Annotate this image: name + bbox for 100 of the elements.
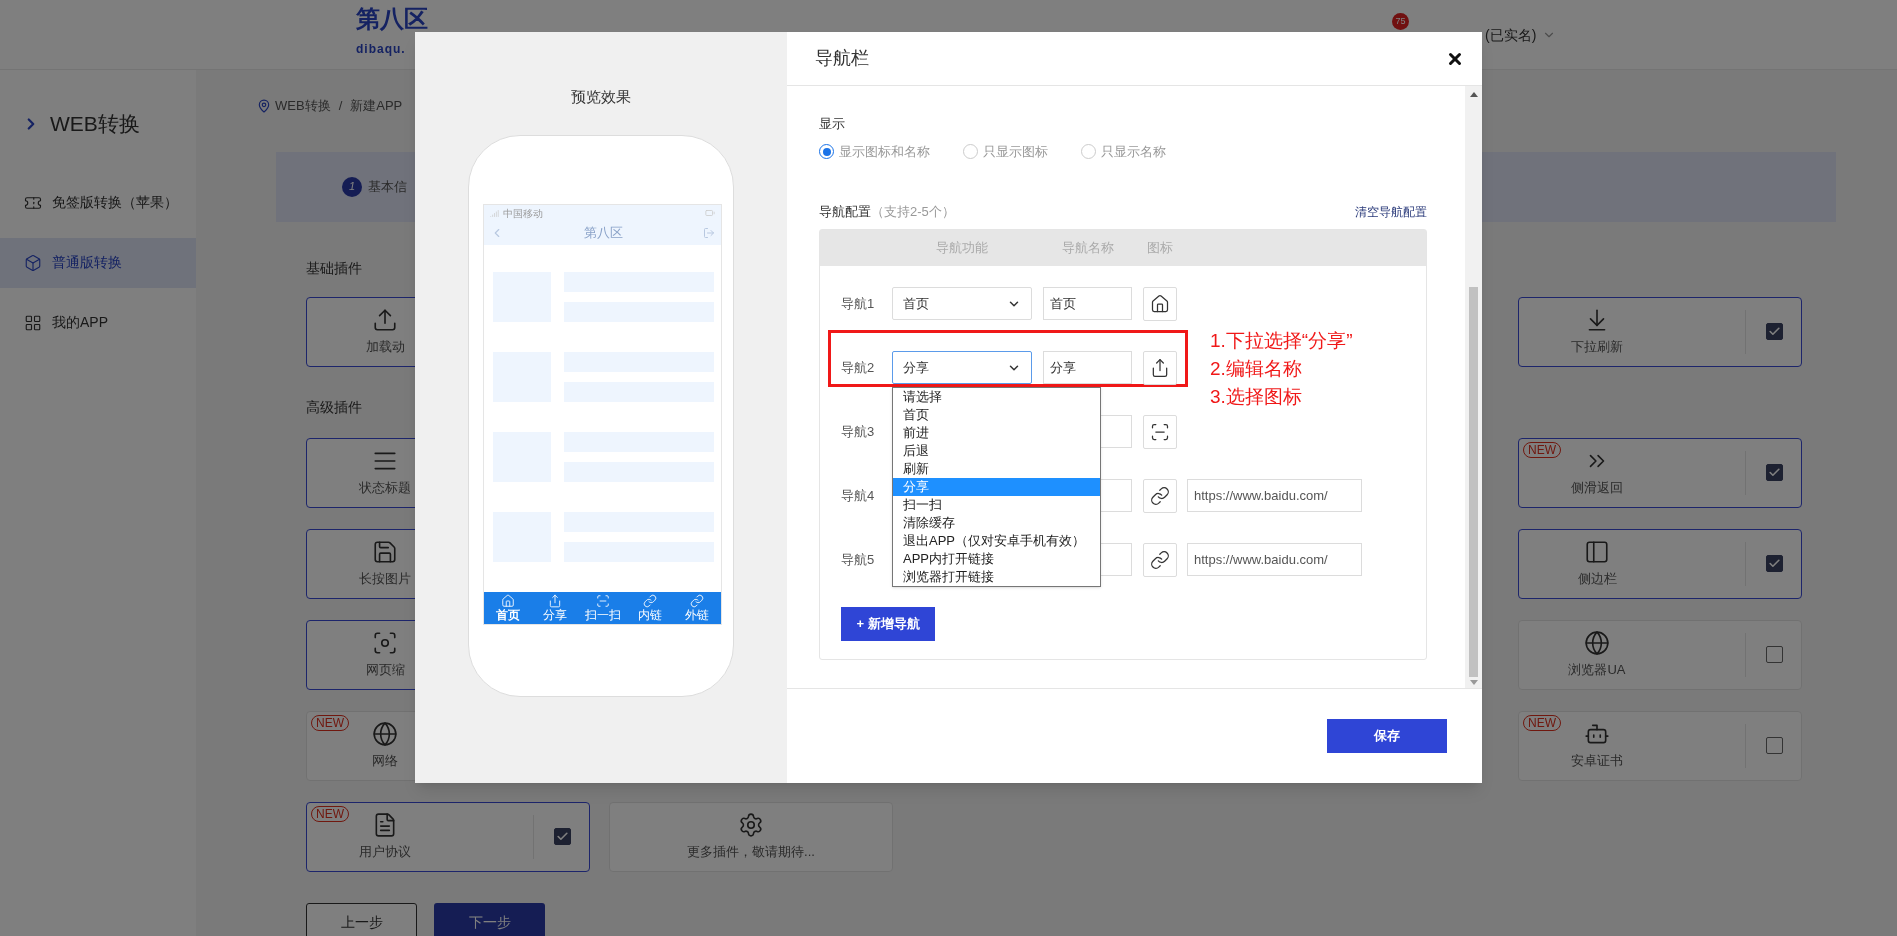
plugin-card[interactable]: 下拉刷新 [1518,296,1802,367]
sidebar-item[interactable]: 免签版转换（苹果） [0,177,196,228]
dropdown-option[interactable]: 刷新 [893,460,1100,478]
plugin-card[interactable]: NEW 安卓证书 [1518,710,1802,781]
link-icon [1150,549,1170,570]
notification-badge: 75 [1392,13,1409,30]
name-input[interactable]: 分享 [1043,351,1132,384]
globe-icon [372,720,398,747]
step-label: 基本信 [368,177,407,196]
tab-item[interactable]: 内链 [626,592,674,624]
preview-title: 预览效果 [571,87,631,107]
scan-icon [1150,421,1170,442]
check-icon [1768,557,1781,570]
checkbox[interactable] [1766,323,1783,340]
clear-link[interactable]: 清空导航配置 [1355,203,1427,221]
add-nav-button[interactable]: + 新增导航 [841,607,935,641]
dropdown-option[interactable]: 分享 [893,478,1100,496]
link-icon [690,593,705,608]
row-label: 导航3 [841,422,876,441]
scrollbar[interactable] [1465,86,1482,688]
radio-option[interactable]: 显示图标和名称 [819,142,930,162]
sidebar-item[interactable]: 我的APP [0,297,196,348]
tab-item[interactable]: 外链 [673,592,722,624]
tab-item[interactable]: 分享 [531,592,579,624]
plugin-card[interactable]: NEW 侧滑返回 [1518,437,1802,508]
name-input[interactable]: 首页 [1043,287,1132,320]
checkbox[interactable] [1766,737,1783,754]
dropdown-option[interactable]: 退出APP（仅对安卓手机有效） [893,532,1100,550]
plugin-label: 加载动 [365,337,405,356]
share-icon [548,593,563,608]
exit-icon [703,227,715,239]
breadcrumb-link[interactable]: WEB转换 [275,96,331,116]
plugin-card[interactable]: 更多插件，敬请期待... [609,801,893,872]
battery-icon [705,208,715,218]
plugin-label: 安卓证书 [1571,751,1623,770]
home-icon [1150,293,1170,314]
plugin-card[interactable]: NEW 用户协议 [306,801,590,872]
dropdown-option[interactable]: 浏览器打开链接 [893,568,1100,586]
logo-domain: dibaqu. [356,42,407,56]
save-button[interactable]: 保存 [1327,719,1447,753]
checkbox[interactable] [1766,555,1783,572]
url-input[interactable]: https://www.baidu.com/ [1187,479,1362,512]
plugin-card[interactable]: 浏览器UA [1518,619,1802,690]
dropdown-option[interactable]: 后退 [893,442,1100,460]
plugin-label: 长按图片 [359,569,411,588]
scan-icon [595,593,610,608]
dropdown-option[interactable]: 前进 [893,424,1100,442]
tab-item[interactable]: 首页 [484,592,532,624]
icon-picker-button[interactable] [1143,414,1177,449]
next-button[interactable]: 下一步 [434,902,545,936]
plugin-label: 侧边栏 [1577,569,1617,588]
plugin-label: 网页缩 [365,660,405,679]
home-icon [500,593,515,608]
row-label: 导航1 [841,294,876,313]
checkbox[interactable] [1766,464,1783,481]
icon-picker-button[interactable] [1143,350,1177,385]
column-header: 图标 [1146,239,1174,258]
function-select[interactable]: 分享 [892,351,1032,384]
logo[interactable]: 第八区 [356,6,436,32]
icon-picker-button[interactable] [1143,286,1177,321]
plugin-label: 状态标题 [359,478,411,497]
section-label: 显示 [819,115,846,133]
plugin-label: 浏览器UA [1568,660,1626,679]
link-icon [1150,485,1170,506]
plugin-label: 侧滑返回 [1571,478,1623,497]
sidebar-icon [1584,538,1610,565]
plugin-label: 下拉刷新 [1571,337,1623,356]
section-label: 导航配置 [819,202,871,221]
plugin-label: 用户协议 [359,842,411,861]
location-pin-icon [257,98,271,113]
icon-picker-button[interactable] [1143,478,1177,513]
radio-option[interactable]: 只显示名称 [1081,142,1166,162]
column-header: 导航功能 [935,239,989,258]
sidebar-item[interactable]: 普通版转换 [0,237,196,288]
check-icon [556,830,569,843]
dropdown-option[interactable]: 扫一扫 [893,496,1100,514]
signal-icon [490,208,499,218]
link-icon [642,593,657,608]
url-input[interactable]: https://www.baidu.com/ [1187,543,1362,576]
checkbox[interactable] [1766,646,1783,663]
function-select[interactable]: 首页 [892,287,1032,320]
dialog-title: 导航栏 [815,47,869,70]
plugin-card[interactable]: 侧边栏 [1518,528,1802,599]
dropdown-option[interactable]: APP内打开链接 [893,550,1100,568]
row-label: 导航4 [841,486,876,505]
annotation-text: 3.选择图标 [1210,385,1303,409]
tab-item[interactable]: 扫一扫 [578,592,627,624]
section-title: 基础插件 [306,258,362,278]
radio-option[interactable]: 只显示图标 [963,142,1048,162]
back-button[interactable]: 上一步 [306,902,417,936]
dropdown-option[interactable]: 清除缓存 [893,514,1100,532]
step-number: 1 [342,176,362,197]
checkbox[interactable] [554,828,571,845]
dropdown-option[interactable]: 首页 [893,406,1100,424]
breadcrumb-current: 新建APP [350,97,403,115]
dropdown-option[interactable]: 请选择 [893,388,1100,406]
section-title: 高级插件 [306,397,362,417]
cube-icon [24,253,42,272]
icon-picker-button[interactable] [1143,542,1177,577]
annotation-text: 1.下拉选择“分享” [1210,329,1353,353]
